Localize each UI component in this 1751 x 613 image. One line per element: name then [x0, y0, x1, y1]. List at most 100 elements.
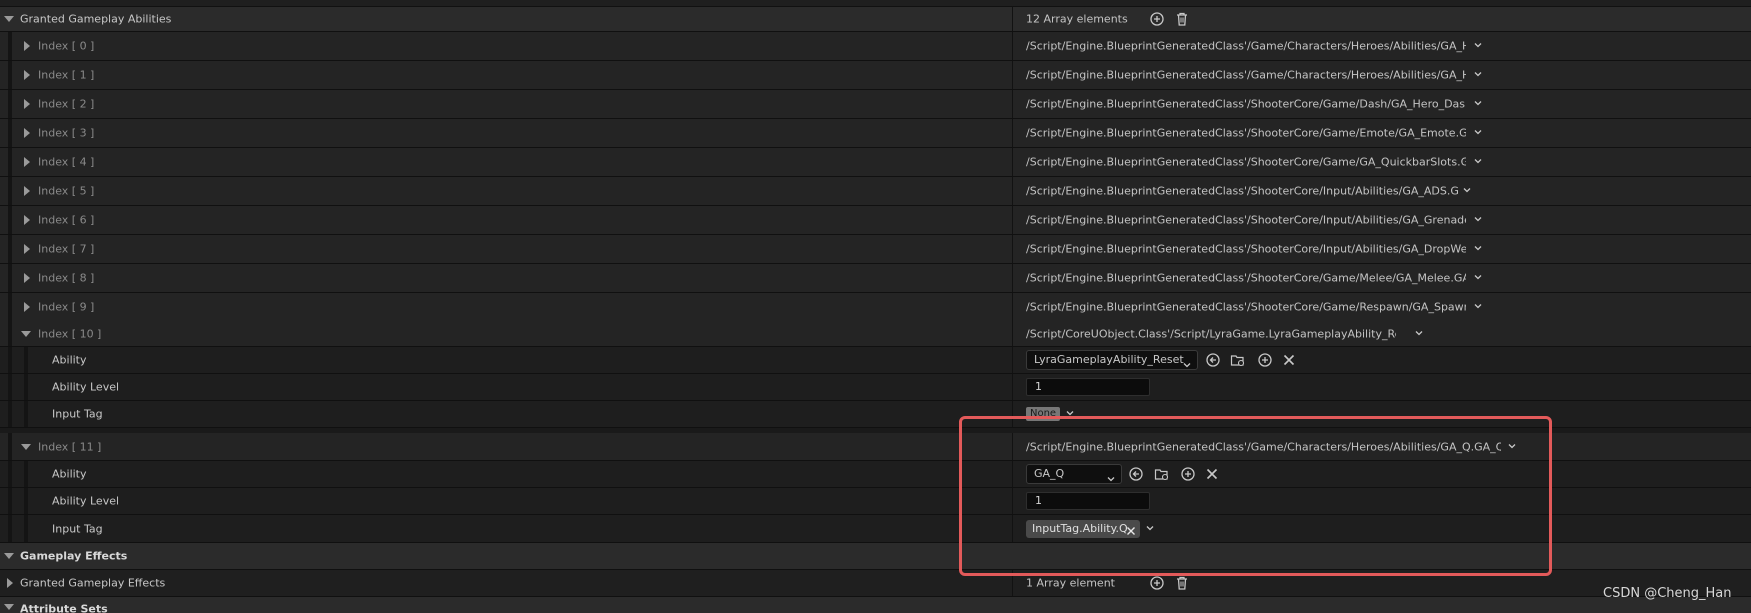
clear-icon[interactable] [1281, 352, 1297, 368]
indent-bar [8, 374, 12, 400]
label-cell: Index [ 3 ] [0, 119, 1013, 147]
add-element-icon[interactable] [1149, 575, 1165, 591]
granted-effects-row[interactable]: Granted Gameplay Effects 1 Array element [0, 570, 1751, 597]
chevron-down-icon[interactable] [1474, 215, 1482, 223]
chevron-down-icon[interactable] [1474, 273, 1482, 281]
label-cell: Index [ 10 ] [0, 321, 1013, 346]
value-cell: /Script/Engine.BlueprintGeneratedClass'/… [1014, 119, 1751, 147]
index-row[interactable]: Index [ 4 ] /Script/Engine.BlueprintGener… [0, 148, 1751, 177]
class-path: /Script/Engine.BlueprintGeneratedClass'/… [1026, 39, 1466, 53]
collapse-arrow-icon[interactable] [21, 443, 31, 450]
indent-bar [8, 433, 12, 460]
expand-arrow-icon[interactable] [24, 157, 30, 167]
chevron-down-icon[interactable] [1066, 409, 1074, 417]
indent-bar [8, 321, 12, 346]
index-label: Index [ 10 ] [38, 327, 102, 340]
expand-arrow-icon[interactable] [24, 244, 30, 254]
index-row[interactable]: Index [ 8 ] /Script/Engine.BlueprintGener… [0, 264, 1751, 293]
class-path: /Script/Engine.BlueprintGeneratedClass'/… [1026, 184, 1458, 198]
collapse-arrow-icon[interactable] [21, 330, 31, 337]
collapse-arrow-icon[interactable] [4, 553, 14, 559]
value-cell: /Script/Engine.BlueprintGeneratedClass'/… [1014, 235, 1751, 263]
granted-effects-label: Granted Gameplay Effects [20, 576, 166, 590]
input-tag-label: Input Tag [52, 522, 103, 535]
chevron-down-icon[interactable] [1474, 157, 1482, 165]
index-row[interactable]: Index [ 9 ] /Script/Engine.BlueprintGener… [0, 293, 1751, 322]
indent-bar [8, 235, 12, 263]
label-cell: Index [ 4 ] [0, 148, 1013, 176]
attribute-sets-category[interactable]: Attribute Sets [0, 597, 1751, 613]
chevron-down-icon[interactable] [1415, 329, 1423, 337]
expand-arrow-icon[interactable] [4, 16, 14, 22]
expand-arrow-icon[interactable] [24, 128, 30, 138]
label-cell: Index [ 6 ] [0, 206, 1013, 234]
input-tag-label: Input Tag [52, 407, 103, 421]
index-row[interactable]: Index [ 1 ] /Script/Engine.BlueprintGener… [0, 61, 1751, 90]
browse-folder-icon[interactable] [1154, 466, 1170, 482]
index-10-row[interactable]: Index [ 10 ] /Script/CoreUObject.Class'/… [0, 321, 1751, 347]
indent-bar [8, 90, 12, 118]
indent-bar [8, 488, 12, 514]
index-row[interactable]: Index [ 3 ] /Script/Engine.BlueprintGener… [0, 119, 1751, 148]
granted-abilities-row[interactable]: Granted Gameplay Abilities 12 Array elem… [0, 7, 1751, 32]
label-cell: Granted Gameplay Effects [0, 570, 1013, 596]
indent-bar [8, 401, 12, 427]
add-icon[interactable] [1257, 352, 1273, 368]
class-path: /Script/Engine.BlueprintGeneratedClass'/… [1026, 440, 1501, 453]
value-cell: /Script/Engine.BlueprintGeneratedClass'/… [1014, 32, 1751, 60]
expand-arrow-icon[interactable] [24, 186, 30, 196]
indent-bar [8, 264, 12, 292]
attribute-sets-label: Attribute Sets [20, 602, 108, 613]
index-row[interactable]: Index [ 0 ] /Script/Engine.BlueprintGener… [0, 32, 1751, 61]
expand-arrow-icon[interactable] [24, 215, 30, 225]
watermark: CSDN @Cheng_Han [1603, 586, 1732, 601]
index-row[interactable]: Index [ 7 ] /Script/Engine.BlueprintGener… [0, 235, 1751, 264]
input-tag-chip[interactable]: InputTag.Ability.Q [1026, 519, 1140, 538]
collapse-arrow-icon[interactable] [4, 604, 14, 610]
ability-level-label: Ability Level [52, 380, 120, 394]
ability-level-input[interactable]: 1 [1026, 492, 1150, 510]
index-row[interactable]: Index [ 2 ] /Script/Engine.BlueprintGener… [0, 90, 1751, 119]
indent-bar [8, 347, 12, 373]
expand-arrow-icon[interactable] [24, 99, 30, 109]
ability-picker[interactable]: LyraGameplayAbility_Reset [1026, 350, 1198, 370]
chevron-down-icon[interactable] [1474, 70, 1482, 78]
label-cell: Ability [0, 461, 1013, 487]
input-tag-value[interactable]: None [1026, 407, 1061, 421]
class-path: /Script/Engine.BlueprintGeneratedClass'/… [1026, 126, 1466, 140]
chevron-down-icon[interactable] [1474, 302, 1482, 310]
class-path: /Script/CoreUObject.Class'/Script/LyraGa… [1026, 327, 1396, 340]
chevron-down-icon[interactable] [1508, 442, 1516, 450]
label-cell: Index [ 1 ] [0, 61, 1013, 89]
index-label: Index [ 0 ] [38, 39, 95, 53]
value-cell: 1 [1014, 374, 1751, 400]
index-11-row[interactable]: Index [ 11 ] /Script/Engine.BlueprintGen… [0, 433, 1751, 461]
trash-icon[interactable] [1174, 11, 1190, 27]
expand-arrow-icon[interactable] [24, 302, 30, 312]
gameplay-effects-category[interactable]: Gameplay Effects [0, 543, 1751, 570]
class-path: /Script/Engine.BlueprintGeneratedClass'/… [1026, 68, 1466, 82]
use-selected-icon[interactable] [1128, 466, 1144, 482]
chevron-down-icon[interactable] [1474, 41, 1482, 49]
chevron-down-icon[interactable] [1146, 524, 1154, 532]
index-row[interactable]: Index [ 6 ] /Script/Engine.BlueprintGener… [0, 206, 1751, 235]
ability-picker[interactable]: GA_Q [1026, 464, 1122, 484]
expand-arrow-icon[interactable] [24, 70, 30, 80]
chevron-down-icon[interactable] [1474, 99, 1482, 107]
expand-arrow-icon[interactable] [24, 41, 30, 51]
expand-arrow-icon[interactable] [7, 578, 13, 588]
index-row[interactable]: Index [ 5 ] /Script/Engine.BlueprintGener… [0, 177, 1751, 206]
trash-icon[interactable] [1174, 575, 1190, 591]
remove-tag-icon[interactable] [1126, 524, 1136, 535]
add-element-icon[interactable] [1149, 11, 1165, 27]
browse-folder-icon[interactable] [1230, 352, 1246, 368]
use-selected-icon[interactable] [1205, 352, 1221, 368]
ability-level-input[interactable]: 1 [1026, 378, 1150, 396]
add-icon[interactable] [1180, 466, 1196, 482]
chevron-down-icon[interactable] [1474, 244, 1482, 252]
clear-icon[interactable] [1204, 466, 1220, 482]
chevron-down-icon [1183, 357, 1191, 368]
expand-arrow-icon[interactable] [24, 273, 30, 283]
chevron-down-icon[interactable] [1463, 186, 1471, 194]
chevron-down-icon[interactable] [1474, 128, 1482, 136]
